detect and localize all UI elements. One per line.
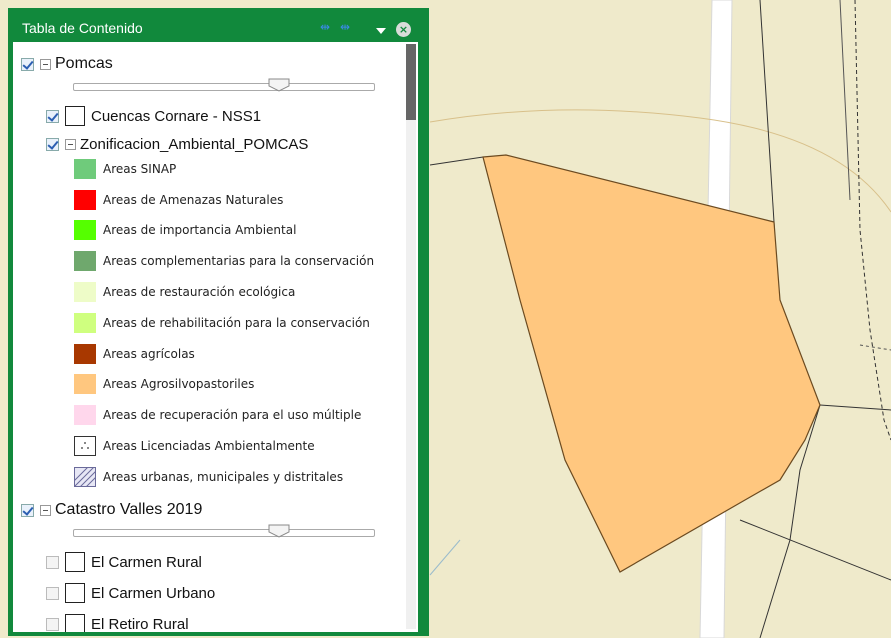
- layer-label: Zonificacion_Ambiental_POMCAS: [80, 135, 309, 153]
- expand-all-icon[interactable]: ⇹: [320, 20, 330, 34]
- legend-label: Areas agrícolas: [103, 347, 195, 361]
- collapse-icon[interactable]: [65, 138, 76, 150]
- collapse-icon[interactable]: [40, 58, 51, 70]
- toc-title: Tabla de Contenido: [22, 20, 143, 36]
- legend-swatch: [74, 282, 96, 302]
- layer-checkbox[interactable]: [46, 137, 59, 151]
- legend-label: Areas Agrosilvopastoriles: [103, 377, 255, 391]
- legend-swatch: [74, 190, 96, 210]
- layer-checkbox[interactable]: [46, 617, 59, 631]
- collapse-all-icon[interactable]: ⇹: [340, 20, 350, 34]
- legend-item: Areas de restauración ecológica: [74, 281, 295, 303]
- group-pomcas-checkbox[interactable]: [21, 57, 34, 71]
- legend-label: Areas de restauración ecológica: [103, 285, 296, 299]
- legend-label: Areas complementarias para la conservaci…: [103, 254, 375, 268]
- legend-label: Areas de Amenazas Naturales: [103, 193, 284, 207]
- legend-item: Areas SINAP: [74, 158, 176, 180]
- legend-swatch: [74, 405, 96, 425]
- legend-swatch: [74, 220, 96, 240]
- legend-label: Areas urbanas, municipales y distritales: [103, 470, 344, 484]
- menu-arrow-icon[interactable]: [376, 28, 386, 34]
- legend-label: Areas SINAP: [103, 162, 177, 176]
- legend-swatch: [74, 313, 96, 333]
- toc-header: Tabla de Contenido ⇹ ⇹ ×: [8, 8, 429, 42]
- group-pomcas: Pomcas: [21, 52, 113, 76]
- legend-item: Areas agrícolas: [74, 343, 195, 365]
- layer-swatch: [65, 552, 85, 572]
- toc-body: Pomcas Cuencas Cornare - NSS1 Zonificaci…: [13, 42, 418, 632]
- legend-item: Areas Agrosilvopastoriles: [74, 373, 254, 395]
- table-of-contents-panel: Tabla de Contenido ⇹ ⇹ × Pomcas Cuencas …: [8, 8, 429, 636]
- layer-checkbox[interactable]: [46, 586, 59, 600]
- legend-item: Areas de importancia Ambiental: [74, 219, 296, 241]
- legend-item: Areas de rehabilitación para la conserva…: [74, 312, 370, 334]
- layer-swatch: [65, 614, 85, 632]
- legend-item: Areas de Amenazas Naturales: [74, 189, 283, 211]
- layer-cuencas: Cuencas Cornare - NSS1: [46, 104, 261, 128]
- group-label: Pomcas: [55, 55, 113, 72]
- layer-el-carmen-rural: El Carmen Rural: [46, 550, 202, 574]
- layer-zonificacion: Zonificacion_Ambiental_POMCAS: [46, 132, 308, 156]
- legend-item: Areas de recuperación para el uso múltip…: [74, 404, 361, 426]
- legend-item: Areas urbanas, municipales y distritales: [74, 466, 343, 488]
- legend-swatch: [74, 467, 96, 487]
- layer-label: Cuencas Cornare - NSS1: [91, 107, 262, 125]
- layer-label: El Retiro Rural: [91, 615, 189, 633]
- opacity-slider[interactable]: [73, 524, 375, 540]
- legend-swatch: [74, 251, 96, 271]
- layer-label: El Carmen Urbano: [91, 584, 216, 602]
- legend-swatch: [74, 344, 96, 364]
- legend-label: Areas de recuperación para el uso múltip…: [103, 408, 362, 422]
- layer-el-retiro-rural: El Retiro Rural: [46, 612, 189, 632]
- group-label: Catastro Valles 2019: [55, 501, 203, 518]
- legend-swatch: [74, 374, 96, 394]
- layer-swatch: [65, 106, 85, 126]
- slider-thumb[interactable]: [268, 524, 290, 538]
- collapse-icon[interactable]: [40, 504, 51, 516]
- close-icon[interactable]: ×: [396, 22, 411, 37]
- scroll-thumb[interactable]: [406, 44, 416, 120]
- layer-checkbox[interactable]: [46, 555, 59, 569]
- layer-el-carmen-urbano: El Carmen Urbano: [46, 581, 215, 605]
- layer-swatch: [65, 583, 85, 603]
- opacity-slider[interactable]: [73, 78, 375, 94]
- legend-item: Areas Licenciadas Ambientalmente: [74, 435, 315, 457]
- legend-item: Areas complementarias para la conservaci…: [74, 250, 374, 272]
- layer-label: El Carmen Rural: [91, 553, 202, 571]
- group-catastro: Catastro Valles 2019: [21, 498, 202, 522]
- legend-label: Areas de importancia Ambiental: [103, 223, 297, 237]
- legend-label: Areas Licenciadas Ambientalmente: [103, 439, 315, 453]
- legend-label: Areas de rehabilitación para la conserva…: [103, 316, 370, 330]
- toc-scrollbar[interactable]: [406, 44, 416, 629]
- legend-swatch: [74, 436, 96, 456]
- layer-checkbox[interactable]: [46, 109, 59, 123]
- legend-swatch: [74, 159, 96, 179]
- group-catastro-checkbox[interactable]: [21, 503, 34, 517]
- slider-thumb[interactable]: [268, 78, 290, 92]
